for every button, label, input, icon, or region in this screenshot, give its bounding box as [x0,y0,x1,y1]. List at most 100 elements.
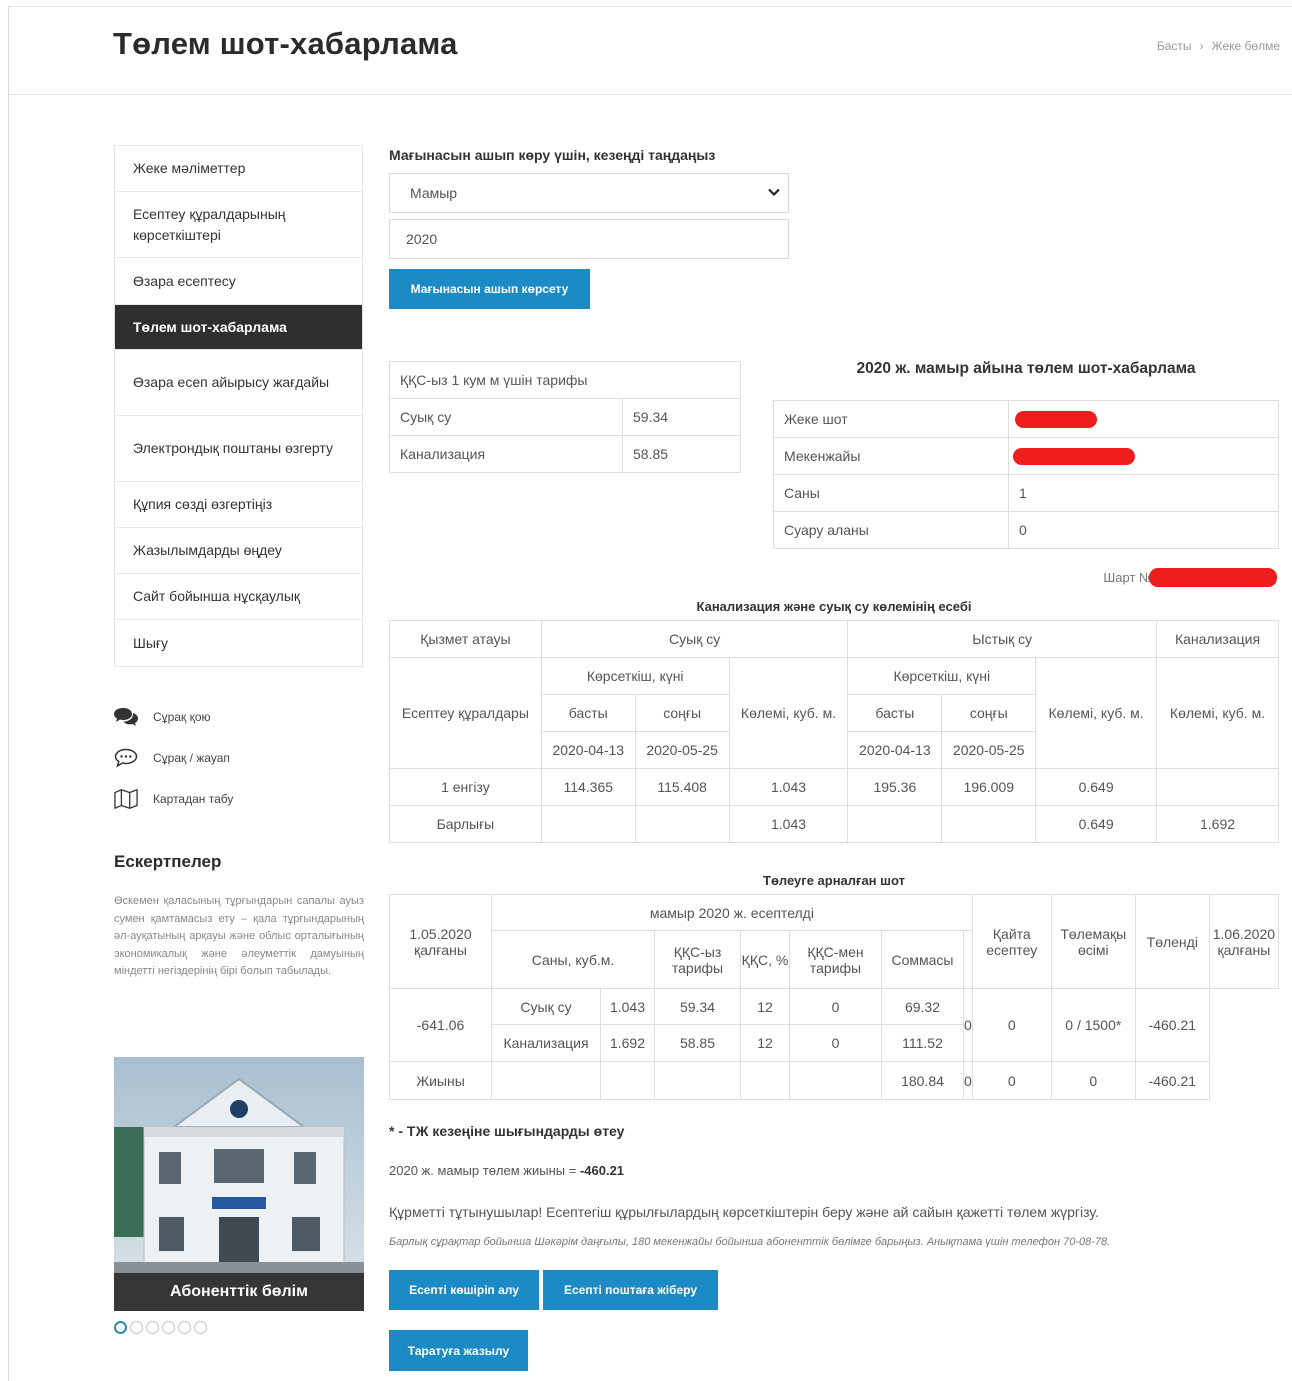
year-value: 2020 [406,231,438,247]
empty-cell [654,1061,741,1100]
map-link[interactable]: Картадан табу [114,788,363,810]
hot-date-first: 2020-04-13 [847,731,943,769]
show-details-button[interactable]: Мағынасын ашып көрсету [389,269,590,309]
col-sum: Соммасы [881,930,964,989]
sidebar-item-meter-readings[interactable]: Есептеу құралдарының көрсеткіштері [115,192,362,258]
bill-title: 2020 ж. мамыр айына төлем шот-хабарлама [856,360,1196,377]
col-vat: ҚҚС, % [740,930,790,989]
total-fee: 0 [971,1061,1052,1100]
account-table: Жеке шот Мекенжайы Саны 1 Суару аланы 0 [773,400,1279,549]
row-name: Барлығы [389,805,542,843]
chevron-down-icon [766,184,782,203]
customer-appeal: Құрметті тұтынушылар! Есептегіш құрылғыл… [389,1204,1099,1220]
cold-last: 115.408 [634,768,730,806]
cold-volume: 1.043 [728,805,849,843]
ask-question-link[interactable]: Сұрақ қою [114,706,363,728]
carousel-dot[interactable] [114,1321,127,1334]
count-label: Саны [773,474,1009,512]
office-photo[interactable]: Абоненттік бөлім [114,1057,364,1311]
table-row: Барлығы 1.043 0.649 1.692 [389,805,1279,843]
sidebar-item-settlement-status[interactable]: Өзара есеп айырысу жағдайы [115,350,362,416]
table-row: Канализация 58.85 [389,435,741,473]
total-paid: 0 [1050,1061,1136,1100]
month-value: Мамыр [410,185,458,201]
tariff-value: 59.34 [622,398,741,436]
sidebar-item-settlements[interactable]: Өзара есептесу [115,258,362,305]
sidebar-item-change-email[interactable]: Электрондық поштаны өзгерту [115,416,362,482]
table-row: Суық су 59.34 [389,398,741,436]
col-devices: Есептеу құралдары [389,657,542,769]
col-hot-water: Ыстық су [847,620,1158,658]
sidebar-item-change-password[interactable]: Құпия сөзді өзгертіңіз [115,482,362,528]
payment-table: 1.05.2020 қалғаны мамыр 2020 ж. есептелд… [389,894,1280,1100]
year-input[interactable]: 2020 [389,219,789,259]
hot-first [847,805,943,843]
sum: 69.32 [881,988,964,1025]
col-hot-last: соңғы [941,694,1037,732]
payment-total-line: 2020 ж. мамыр төлем жиыны = -460.21 [389,1163,624,1178]
col-cold-last: соңғы [634,694,730,732]
breadcrumb-home[interactable]: Басты [1157,39,1192,53]
tariff-vat: 0 [789,1024,882,1062]
sidebar-item-subscriptions[interactable]: Жазылымдарды өңдеу [115,528,362,574]
col-tariff-novat: ҚҚС-ыз тарифы [654,930,741,989]
sidebar-item-label: Есептеу құралдарының көрсеткіштері [133,205,286,243]
faq-link[interactable]: Сұрақ / жауап [114,747,363,769]
total-value: -460.21 [579,1163,625,1178]
table-row: 1 енгізу 114.365 115.408 1.043 195.36 19… [389,768,1279,806]
qty: 1.692 [600,1024,655,1062]
sidebar-item-payment-notice[interactable]: Төлем шот-хабарлама [115,305,362,350]
volume-table: Қызмет атауы Суық су Ыстық су Канализаци… [389,620,1279,843]
col-tariff-vat: ҚҚС-мен тарифы [789,930,882,989]
sidebar-item-label: Өзара есептесу [133,272,236,289]
download-report-button[interactable]: Есепті көшіріп алу [389,1270,539,1310]
redaction-mark [1013,447,1135,465]
sidebar-item-personal-info[interactable]: Жеке мәліметтер [115,146,362,192]
hot-last [941,805,1037,843]
tariff-name: Канализация [389,435,623,473]
carousel-dot[interactable] [162,1321,175,1334]
email-report-button[interactable]: Есепті поштаға жіберу [543,1270,718,1310]
paid: 0 / 1500* [1050,988,1136,1062]
carousel-dot[interactable] [194,1321,207,1334]
col-service: Қызмет атауы [389,620,542,658]
sidebar-item-site-guide[interactable]: Сайт бойынша нұсқаулық [115,574,362,620]
breadcrumb-chevron-icon: › [1199,39,1204,53]
hot-last: 196.009 [941,768,1037,806]
qty: 1.043 [600,988,655,1025]
contact-info: Барлық сұрақтар бойынша Шәкәрім даңғылы,… [389,1236,1111,1248]
map-icon [114,788,138,810]
sum: 111.52 [881,1024,964,1062]
sidebar-menu: Жеке мәліметтер Есептеу құралдарының көр… [114,145,363,667]
table-row: Саны 1 [773,474,1279,512]
service-name: Суық су [491,988,601,1025]
account-label: Жеке шот [773,400,1009,438]
empty-cell [789,1061,882,1100]
tariff-novat: 58.85 [654,1024,741,1062]
table-row: Жеке шот [773,400,1279,438]
carousel-dot[interactable] [130,1321,143,1334]
month-select[interactable]: Мамыр [389,173,789,213]
total-sum: 180.84 [881,1061,964,1100]
vat: 12 [740,1024,790,1062]
subscribe-button[interactable]: Таратуға жазылу [389,1330,528,1371]
period-label: Мағынасын ашып көру үшін, кезеңді таңдаң… [389,147,716,163]
empty-cell [491,1061,601,1100]
carousel-dot[interactable] [146,1321,159,1334]
tariff-header: ҚҚС-ыз 1 кум м үшін тарифы [389,361,741,399]
carousel-dot[interactable] [178,1321,191,1334]
cold-volume: 1.043 [728,768,849,806]
sidebar-item-label: Құпия сөзді өзгертіңіз [133,496,273,512]
irrigation-label: Суару аланы [773,511,1009,549]
photo-caption: Абоненттік бөлім [114,1273,364,1311]
carousel-dots [114,1321,207,1334]
account-value-redacted [1008,400,1279,438]
sewer-volume [1156,768,1279,806]
tariff-novat: 59.34 [654,988,741,1025]
col-cold-water: Суық су [540,620,849,658]
hot-date-last: 2020-05-25 [941,731,1037,769]
breadcrumb-current: Жеке бөлме [1211,39,1280,53]
speech-bubble-icon [114,747,138,769]
notes-text: Өскемен қаласының тұрғындарын сапалы ауы… [114,895,364,977]
sidebar-item-logout[interactable]: Шығу [115,620,362,666]
